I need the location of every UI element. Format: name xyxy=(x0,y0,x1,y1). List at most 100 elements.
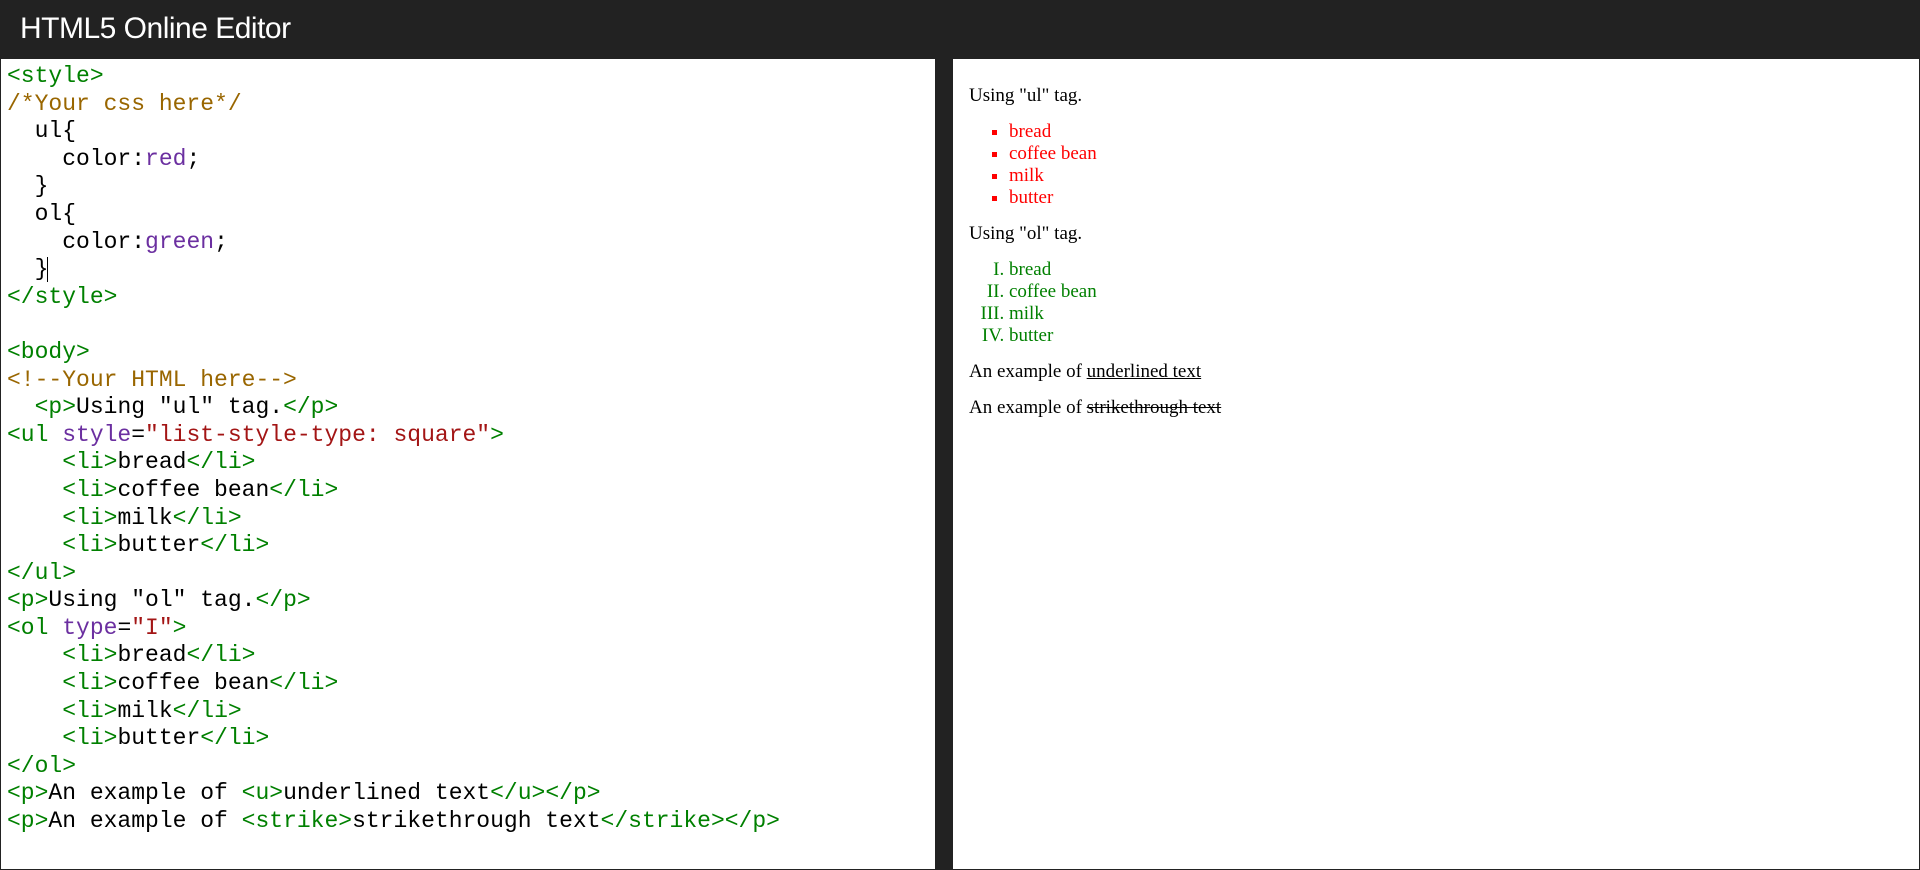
code-token: <body> xyxy=(7,339,90,365)
code-line[interactable]: <li>butter</li> xyxy=(7,725,929,753)
code-token xyxy=(7,670,62,696)
code-token: <!--Your HTML here--> xyxy=(7,367,297,393)
preview-ol-list: breadcoffee beanmilkbutter xyxy=(1009,259,1903,347)
code-line[interactable]: ol{ xyxy=(7,201,929,229)
code-line[interactable]: <li>butter</li> xyxy=(7,532,929,560)
code-token: "list-style-type: square" xyxy=(145,422,490,448)
code-token: <ul xyxy=(7,422,62,448)
code-token: > xyxy=(490,422,504,448)
code-token: milk xyxy=(117,505,172,531)
code-token: = xyxy=(117,615,131,641)
code-line[interactable]: <li>coffee bean</li> xyxy=(7,477,929,505)
code-token xyxy=(7,146,62,172)
code-token: </li> xyxy=(200,725,269,751)
code-line[interactable]: <li>milk</li> xyxy=(7,698,929,726)
code-line[interactable]: color:green; xyxy=(7,229,929,257)
code-token: </li> xyxy=(269,477,338,503)
code-token: color xyxy=(62,229,131,255)
preview-text: Using "ul" tag. xyxy=(969,85,1903,107)
code-line[interactable]: <p>An example of <u>underlined text</u><… xyxy=(7,780,929,808)
code-token xyxy=(7,505,62,531)
code-line[interactable]: color:red; xyxy=(7,146,929,174)
code-token: > xyxy=(173,615,187,641)
code-token: Using "ul" tag. xyxy=(76,394,283,420)
code-token xyxy=(7,229,62,255)
code-token: ol{ xyxy=(7,201,76,227)
code-token: strikethrough text xyxy=(352,808,600,834)
code-token: <li> xyxy=(62,532,117,558)
code-line[interactable]: </style> xyxy=(7,284,929,312)
preview-underlined: underlined text xyxy=(1087,361,1202,382)
code-line[interactable]: ul{ xyxy=(7,118,929,146)
code-token: <ol xyxy=(7,615,62,641)
preview-text-part: An example of xyxy=(969,361,1087,382)
list-item: coffee bean xyxy=(1009,281,1903,303)
code-token: red xyxy=(145,146,186,172)
code-token: type xyxy=(62,615,117,641)
code-token: <p> xyxy=(7,808,48,834)
code-token: bread xyxy=(117,449,186,475)
code-token: color xyxy=(62,146,131,172)
code-line[interactable] xyxy=(7,311,929,339)
preview-ul-list: breadcoffee beanmilkbutter xyxy=(1009,121,1903,209)
code-line[interactable]: <li>bread</li> xyxy=(7,449,929,477)
code-token: <p> xyxy=(35,394,76,420)
app-header: HTML5 Online Editor xyxy=(0,0,1920,58)
code-token: <u> xyxy=(242,780,283,806)
preview-text: An example of underlined text xyxy=(969,361,1903,383)
code-token: <p> xyxy=(7,780,48,806)
code-token xyxy=(7,698,62,724)
code-token: <li> xyxy=(62,670,117,696)
code-line[interactable]: <body> xyxy=(7,339,929,367)
code-token: <li> xyxy=(62,449,117,475)
code-line[interactable]: </ul> xyxy=(7,560,929,588)
code-editor[interactable]: <style>/*Your css here*/ ul{ color:red; … xyxy=(1,59,935,869)
code-token xyxy=(7,449,62,475)
code-token: butter xyxy=(117,532,200,558)
main-split: <style>/*Your css here*/ ul{ color:red; … xyxy=(0,58,1920,870)
preview-text: An example of strikethrough text xyxy=(969,397,1903,419)
code-token: ; xyxy=(214,229,228,255)
code-token: = xyxy=(131,422,145,448)
code-line[interactable]: <p>An example of <strike>strikethrough t… xyxy=(7,808,929,836)
code-token: </li> xyxy=(200,532,269,558)
code-token: </li> xyxy=(173,698,242,724)
code-token xyxy=(7,642,62,668)
code-token: <p> xyxy=(7,587,48,613)
code-line[interactable]: <li>coffee bean</li> xyxy=(7,670,929,698)
preview-text-part: An example of xyxy=(969,397,1087,418)
code-line[interactable]: <p>Using "ul" tag.</p> xyxy=(7,394,929,422)
code-line[interactable]: <style> xyxy=(7,63,929,91)
pane-divider[interactable] xyxy=(936,58,952,870)
code-token: <style> xyxy=(7,63,104,89)
code-token: </style> xyxy=(7,284,117,310)
code-token: </ul> xyxy=(7,560,76,586)
preview-pane: Using "ul" tag. breadcoffee beanmilkbutt… xyxy=(952,58,1920,870)
code-line[interactable]: <ol type="I"> xyxy=(7,615,929,643)
code-line[interactable]: <ul style="list-style-type: square"> xyxy=(7,422,929,450)
code-token: <li> xyxy=(62,725,117,751)
code-token: milk xyxy=(117,698,172,724)
code-token: ul{ xyxy=(7,118,76,144)
code-token: <li> xyxy=(62,642,117,668)
code-token: </ol> xyxy=(7,753,76,779)
list-item: milk xyxy=(1009,165,1903,187)
code-token: <li> xyxy=(62,477,117,503)
list-item: bread xyxy=(1009,121,1903,143)
code-line[interactable]: <p>Using "ol" tag.</p> xyxy=(7,587,929,615)
code-token: </strike></p> xyxy=(601,808,780,834)
code-token: <li> xyxy=(62,698,117,724)
code-line[interactable]: } xyxy=(7,256,929,284)
code-line[interactable]: <li>milk</li> xyxy=(7,505,929,533)
code-line[interactable]: } xyxy=(7,173,929,201)
code-token: <li> xyxy=(62,505,117,531)
code-token: An example of xyxy=(48,808,241,834)
list-item: milk xyxy=(1009,303,1903,325)
code-line[interactable]: </ol> xyxy=(7,753,929,781)
app-title: HTML5 Online Editor xyxy=(20,12,291,46)
code-line[interactable]: <li>bread</li> xyxy=(7,642,929,670)
code-token: coffee bean xyxy=(117,670,269,696)
code-line[interactable]: /*Your css here*/ xyxy=(7,91,929,119)
code-line[interactable]: <!--Your HTML here--> xyxy=(7,367,929,395)
code-token xyxy=(7,394,35,420)
